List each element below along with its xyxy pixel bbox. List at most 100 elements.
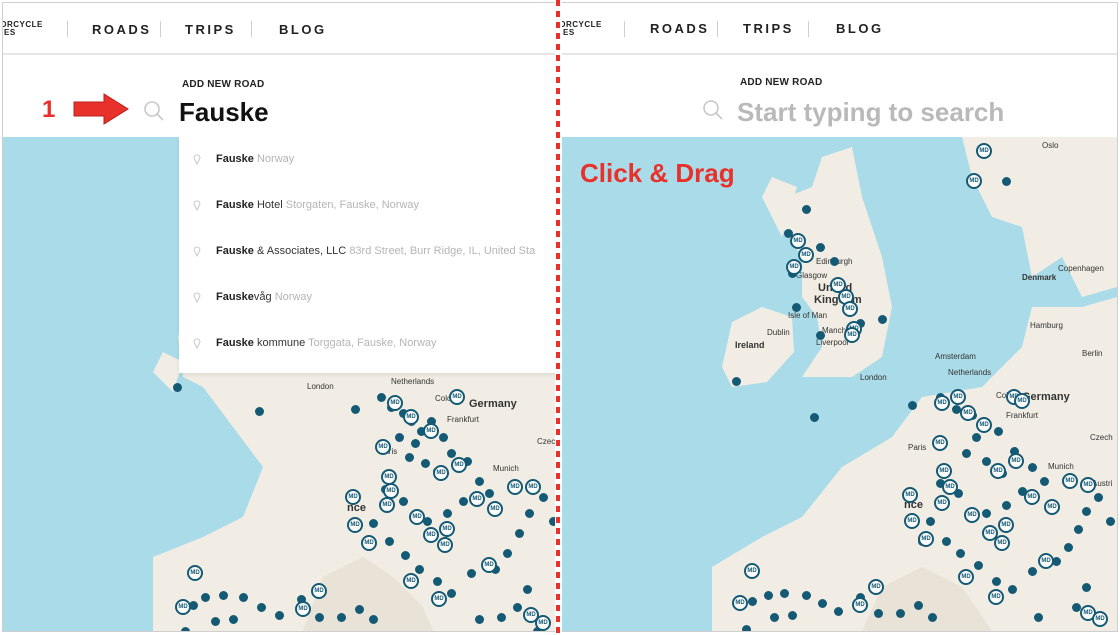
md-cluster-marker[interactable]: MD [487, 501, 503, 517]
map-pin[interactable] [1002, 177, 1011, 186]
md-cluster-marker[interactable]: MD [347, 517, 363, 533]
map-pin[interactable] [447, 589, 456, 598]
map-pin[interactable] [485, 489, 494, 498]
map-pin[interactable] [1034, 613, 1043, 622]
md-cluster-marker[interactable]: MD [868, 579, 884, 595]
map-pin[interactable] [515, 529, 524, 538]
md-cluster-marker[interactable]: MD [798, 247, 814, 263]
map-pin[interactable] [816, 331, 825, 340]
map-pin[interactable] [355, 605, 364, 614]
map-pin[interactable] [385, 537, 394, 546]
nav-link-roads[interactable]: ROADS [650, 21, 709, 36]
map-pin[interactable] [275, 611, 284, 620]
map-pin[interactable] [788, 611, 797, 620]
map-pin[interactable] [497, 613, 506, 622]
nav-link-blog[interactable]: BLOG [279, 22, 327, 37]
map-pin[interactable] [956, 549, 965, 558]
md-cluster-marker[interactable]: MD [433, 465, 449, 481]
md-cluster-marker[interactable]: MD [295, 601, 311, 617]
map-pin[interactable] [439, 433, 448, 442]
md-cluster-marker[interactable]: MD [431, 591, 447, 607]
md-cluster-marker[interactable]: MD [535, 615, 551, 631]
map-pin[interactable] [255, 407, 264, 416]
md-cluster-marker[interactable]: MD [990, 463, 1006, 479]
md-cluster-marker[interactable]: MD [1062, 473, 1078, 489]
map-pin[interactable] [525, 509, 534, 518]
md-cluster-marker[interactable]: MD [732, 595, 748, 611]
map-pin[interactable] [972, 433, 981, 442]
md-cluster-marker[interactable]: MD [994, 535, 1010, 551]
map-pin[interactable] [239, 593, 248, 602]
map-pin[interactable] [211, 617, 220, 626]
md-cluster-marker[interactable]: MD [1008, 453, 1024, 469]
map-pin[interactable] [802, 205, 811, 214]
map-pin[interactable] [748, 597, 757, 606]
map-pin[interactable] [962, 449, 971, 458]
suggestion-item[interactable]: Fauske Norway [179, 137, 555, 183]
md-cluster-marker[interactable]: MD [507, 479, 523, 495]
map-pin[interactable] [173, 383, 182, 392]
map-pin[interactable] [399, 497, 408, 506]
map-pin[interactable] [1106, 517, 1115, 526]
map-pin[interactable] [770, 613, 779, 622]
md-cluster-marker[interactable]: MD [934, 495, 950, 511]
map-pin[interactable] [780, 589, 789, 598]
map-pin[interactable] [351, 405, 360, 414]
md-cluster-marker[interactable]: MD [1080, 477, 1096, 493]
md-cluster-marker[interactable]: MD [1024, 489, 1040, 505]
md-cluster-marker[interactable]: MD [403, 409, 419, 425]
map-pin[interactable] [369, 519, 378, 528]
map-pin[interactable] [908, 401, 917, 410]
map-pin[interactable] [433, 577, 442, 586]
md-cluster-marker[interactable]: MD [966, 173, 982, 189]
map-pin[interactable] [742, 625, 751, 631]
map-pin[interactable] [928, 613, 937, 622]
md-cluster-marker[interactable]: MD [481, 557, 497, 573]
brand-logo[interactable]: TORCYCLE RIES [562, 21, 602, 37]
md-cluster-marker[interactable]: MD [451, 457, 467, 473]
map-pin[interactable] [257, 603, 266, 612]
map-pin[interactable] [229, 615, 238, 624]
map-pin[interactable] [1082, 583, 1091, 592]
md-cluster-marker[interactable]: MD [379, 497, 395, 513]
map-pin[interactable] [994, 427, 1003, 436]
map-pin[interactable] [764, 591, 773, 600]
md-cluster-marker[interactable]: MD [786, 259, 802, 275]
md-cluster-marker[interactable]: MD [976, 417, 992, 433]
md-cluster-marker[interactable]: MD [1092, 611, 1108, 627]
map-pin[interactable] [1028, 567, 1037, 576]
md-cluster-marker[interactable]: MD [439, 521, 455, 537]
md-cluster-marker[interactable]: MD [964, 507, 980, 523]
map-view[interactable]: Oslo Denmark Copenhagen Glasgow Edinburg… [562, 137, 1117, 631]
map-pin[interactable] [982, 509, 991, 518]
map-pin[interactable] [914, 601, 923, 610]
md-cluster-marker[interactable]: MD [942, 479, 958, 495]
map-pin[interactable] [1040, 477, 1049, 486]
md-cluster-marker[interactable]: MD [976, 143, 992, 159]
md-cluster-marker[interactable]: MD [409, 509, 425, 525]
map-pin[interactable] [503, 549, 512, 558]
md-cluster-marker[interactable]: MD [187, 565, 203, 581]
map-pin[interactable] [896, 609, 905, 618]
map-pin[interactable] [1008, 585, 1017, 594]
map-pin[interactable] [395, 433, 404, 442]
map-pin[interactable] [830, 257, 839, 266]
map-pin[interactable] [878, 315, 887, 324]
map-pin[interactable] [201, 593, 210, 602]
map-pin[interactable] [475, 615, 484, 624]
md-cluster-marker[interactable]: MD [525, 479, 541, 495]
map-pin[interactable] [523, 585, 532, 594]
brand-logo[interactable]: TORCYCLE RIES [3, 21, 43, 37]
md-cluster-marker[interactable]: MD [361, 535, 377, 551]
md-cluster-marker[interactable]: MD [934, 395, 950, 411]
map-pin[interactable] [405, 453, 414, 462]
map-pin[interactable] [1094, 493, 1103, 502]
map-pin[interactable] [411, 439, 420, 448]
map-pin[interactable] [982, 457, 991, 466]
md-cluster-marker[interactable]: MD [423, 527, 439, 543]
md-cluster-marker[interactable]: MD [1044, 499, 1060, 515]
map-pin[interactable] [1074, 525, 1083, 534]
nav-link-trips[interactable]: TRIPS [185, 22, 236, 37]
md-cluster-marker[interactable]: MD [437, 537, 453, 553]
nav-link-trips[interactable]: TRIPS [743, 21, 794, 36]
